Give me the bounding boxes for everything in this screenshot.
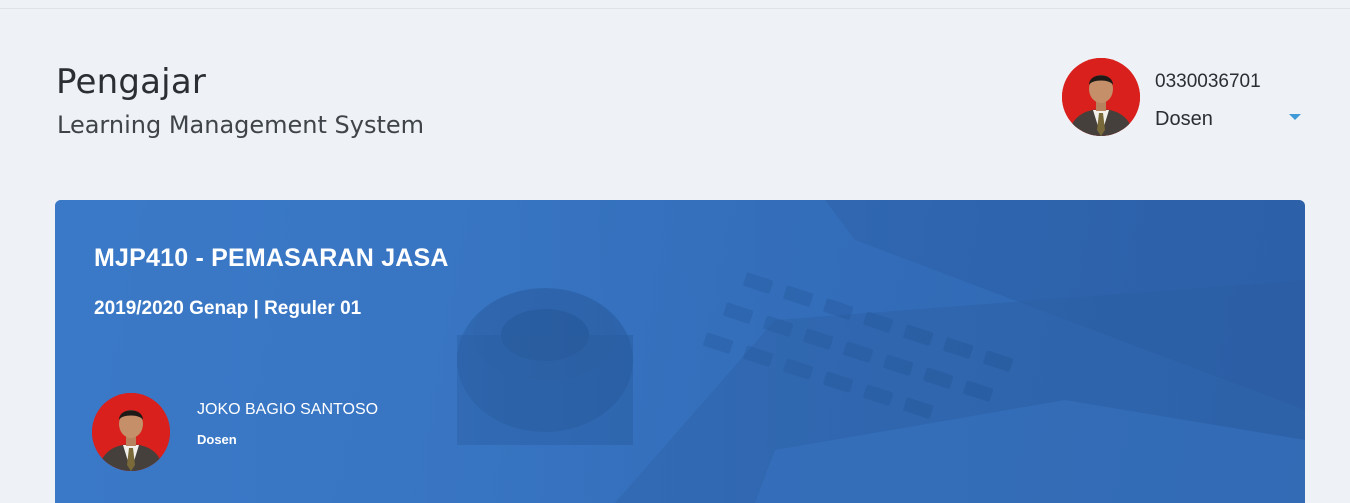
- teacher-name: JOKO BAGIO SANTOSO: [197, 401, 379, 418]
- page-header: Pengajar Learning Management System 0330…: [0, 0, 1350, 190]
- user-photo-icon: [1062, 58, 1140, 136]
- course-card[interactable]: MJP410 - PEMASARAN JASA 2019/2020 Genap …: [55, 200, 1305, 503]
- user-id: 0330036701: [1155, 71, 1261, 92]
- caret-down-icon[interactable]: [1289, 114, 1301, 120]
- teacher-role: Dosen: [197, 432, 237, 447]
- course-meta: 2019/2020 Genap | Reguler 01: [94, 298, 362, 319]
- page-subtitle: Learning Management System: [57, 111, 425, 139]
- course-title[interactable]: MJP410 - PEMASARAN JASA: [94, 244, 449, 273]
- page-title: Pengajar: [56, 62, 207, 102]
- user-role: Dosen: [1155, 108, 1213, 130]
- teacher-photo-icon: [92, 393, 170, 471]
- user-menu[interactable]: 0330036701 Dosen: [1060, 57, 1310, 139]
- user-avatar[interactable]: [1062, 58, 1140, 136]
- teacher-avatar: [92, 393, 170, 471]
